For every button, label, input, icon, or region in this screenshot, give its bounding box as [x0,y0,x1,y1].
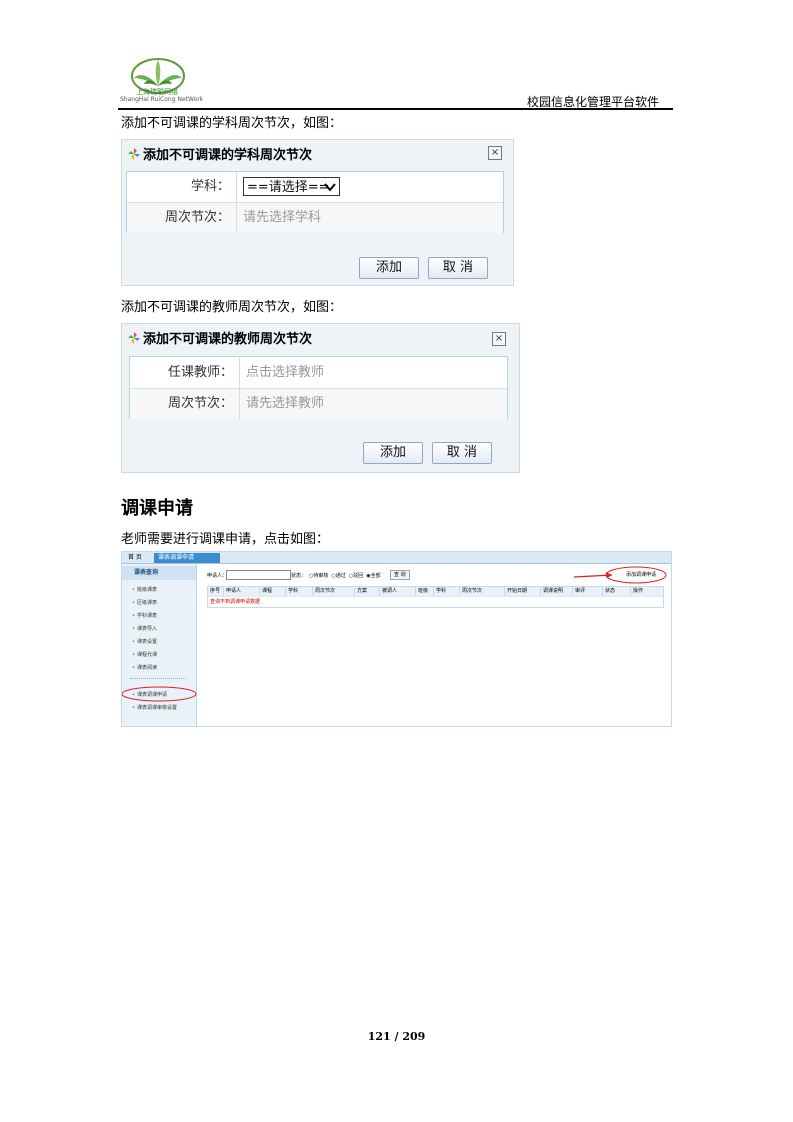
page-number: 121 / 209 [367,1030,426,1043]
close-icon[interactable]: × [488,146,502,160]
paragraph-request-intro: 老师需要进行调课申请，点击如图： [121,532,330,547]
form-row-period: 周次节次： 请先选择学科 [127,203,503,233]
dialog-title-bar: 添加不可调课的教师周次节次 [128,328,312,347]
cancel-button[interactable]: 取 消 [432,442,492,464]
dialog-title-bar: 添加不可调课的学科周次节次 [128,144,312,163]
period-value: 请先选择教师 [246,396,325,411]
teacher-label: 任课教师： [130,357,240,388]
subject-label: 学科： [127,172,237,202]
teacher-select-link[interactable]: 点击选择教师 [240,357,324,388]
dialog-title: 添加不可调课的教师周次节次 [143,332,313,347]
annotation-circle-sidebar [122,686,197,702]
logo-text-en: ShangHai RuiCong NetWork [120,96,204,103]
paragraph-teacher-intro: 添加不可调课的教师周次节次，如图： [121,300,343,315]
period-label: 周次节次： [127,203,237,233]
paragraph-subject-intro: 添加不可调课的学科周次节次，如图： [121,116,343,131]
diamond-logo-icon [128,331,140,344]
header-divider [118,108,673,110]
dialog-title: 添加不可调课的学科周次节次 [143,148,313,163]
period-label: 周次节次： [130,389,240,419]
dialog-teacher-period: 添加不可调课的教师周次节次 × 任课教师： 点击选择教师 周次节次： 请先选择教… [121,323,520,473]
add-button[interactable]: 添加 [359,257,419,279]
chevron-down-icon [324,183,336,192]
cancel-button[interactable]: 取 消 [428,257,488,279]
annotation-circle-add [605,566,667,584]
diamond-logo-icon [128,147,140,160]
form-row-subject: 学科： ==请选择== [127,172,503,203]
dialog-form: 任课教师： 点击选择教师 周次节次： 请先选择教师 [129,356,508,419]
add-button[interactable]: 添加 [363,442,423,464]
subject-select[interactable]: ==请选择== [243,177,340,196]
embedded-screenshot: 首 页 课表调课申请 课表查询 班级课表 区级课表 学科课表 课表导入 课表设置… [121,551,672,727]
annotation-overlay [122,566,667,702]
dialog-subject-period: 添加不可调课的学科周次节次 × 学科： ==请选择== 周次节次： 请先选择学科… [121,139,514,286]
close-icon[interactable]: × [492,332,506,346]
form-row-period: 周次节次： 请先选择教师 [130,389,507,419]
section-title: 调课申请 [121,498,193,519]
period-value: 请先选择学科 [243,210,322,225]
annotation-arrowhead [606,572,612,578]
form-row-teacher: 任课教师： 点击选择教师 [130,357,507,389]
dialog-form: 学科： ==请选择== 周次节次： 请先选择学科 [126,171,504,233]
